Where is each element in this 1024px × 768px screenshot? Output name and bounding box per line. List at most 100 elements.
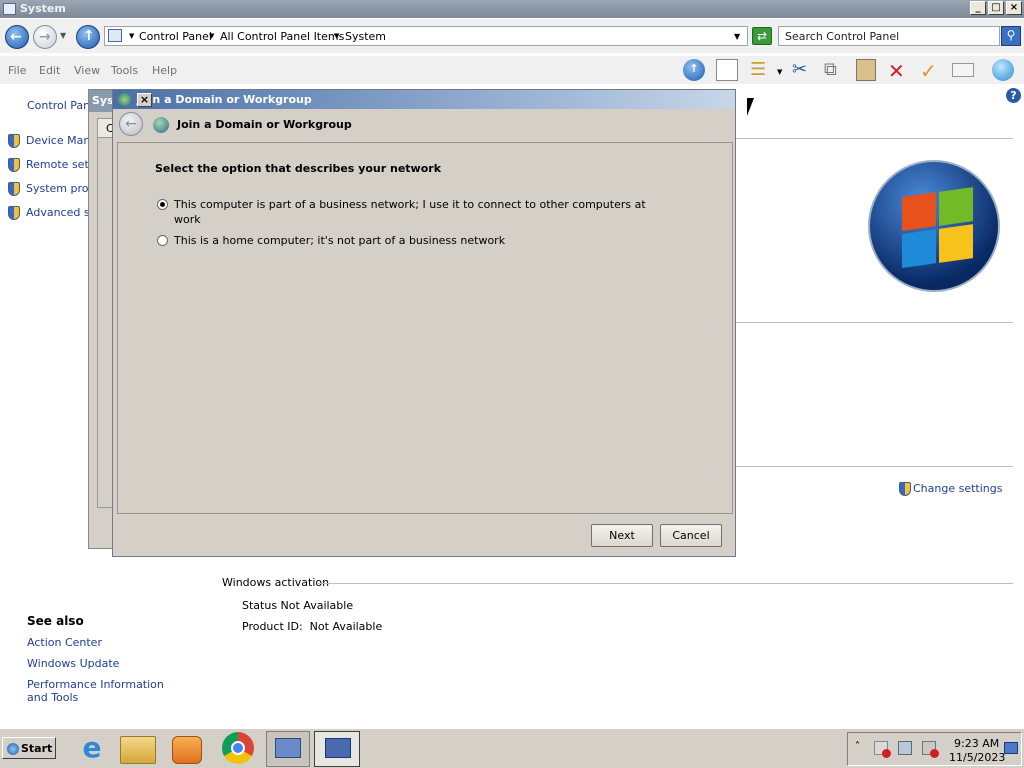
section-divider (736, 322, 1013, 323)
chrome-icon[interactable] (222, 732, 254, 764)
search-input[interactable]: Search Control Panel (778, 26, 1000, 46)
crumb-system[interactable]: System (345, 30, 386, 43)
media-player-icon[interactable] (172, 736, 202, 764)
action-center-link[interactable]: Action Center (27, 636, 102, 649)
crumb-separator-icon: ▼ (334, 32, 340, 40)
address-bar[interactable]: ▼ Control Panel ▼ All Control Panel Item… (104, 26, 748, 46)
dialog-close-button[interactable]: × (137, 93, 152, 107)
dialog-title-bar: Join a Domain or Workgroup × (113, 90, 735, 109)
business-network-label[interactable]: This computer is part of a business netw… (174, 198, 646, 211)
help-icon[interactable]: ? (1006, 88, 1021, 103)
internet-explorer-icon[interactable]: e (72, 732, 112, 766)
show-hidden-icons-button[interactable]: ˄ (855, 741, 860, 752)
menu-view[interactable]: View (74, 64, 100, 77)
dialog-prompt: Select the option that describes your ne… (155, 162, 442, 175)
window-title-bar: System _ □ × (0, 0, 1024, 18)
start-orb-icon (7, 743, 19, 755)
see-also-heading: See also (27, 614, 84, 628)
folder-options-icon[interactable]: ☰ (750, 59, 774, 81)
sidebar-item-system-protection[interactable]: System prote (8, 182, 100, 196)
shield-icon (8, 134, 20, 148)
menu-help[interactable]: Help (152, 64, 177, 77)
action-center-flag-icon[interactable] (874, 741, 891, 758)
network-globe-icon (153, 117, 169, 133)
crumb-control-panel[interactable]: Control Panel (139, 30, 212, 43)
volume-muted-icon[interactable] (922, 741, 939, 758)
section-divider (736, 466, 1013, 467)
system-properties-taskbar-icon[interactable] (314, 731, 360, 767)
performance-info-link[interactable]: Performance Information and Tools (27, 678, 177, 704)
forward-arrow-icon: → (39, 29, 51, 45)
properties-icon[interactable]: ✓ (920, 59, 944, 83)
close-button[interactable]: × (1006, 1, 1022, 15)
dialog-header: Join a Domain or Workgroup (177, 118, 352, 131)
menu-file[interactable]: File (8, 64, 26, 77)
back-button[interactable]: ← (5, 25, 29, 49)
file-explorer-icon[interactable] (120, 736, 156, 764)
dialog-content: Select the option that describes your ne… (117, 142, 733, 514)
business-network-radio[interactable] (157, 199, 168, 210)
menu-tools[interactable]: Tools (111, 64, 138, 77)
history-dropdown-icon[interactable]: ▼ (60, 31, 66, 40)
paste-icon[interactable] (856, 59, 876, 81)
up-folder-icon[interactable]: ↑ (683, 59, 705, 81)
start-button[interactable]: Start (2, 737, 56, 759)
navigation-bar: ← → ▼ ↑ ▼ Control Panel ▼ All Control Pa… (0, 19, 1024, 53)
control-panel-taskbar-icon[interactable] (266, 731, 310, 767)
windows-update-link[interactable]: Windows Update (27, 657, 119, 670)
business-network-label-cont[interactable]: work (174, 213, 201, 226)
up-arrow-icon: ↑ (83, 28, 95, 44)
cancel-button[interactable]: Cancel (660, 524, 722, 547)
menu-bar: File Edit View Tools Help ↑ ☰ ▼ ✂ ⧉ ✕ ✓ (0, 56, 1024, 84)
windows-flag-icon (902, 187, 974, 269)
home-computer-radio[interactable] (157, 235, 168, 246)
refresh-button[interactable]: ⇄ (752, 27, 772, 45)
sidebar-item-remote-settings[interactable]: Remote setti (8, 158, 96, 172)
up-button[interactable]: ↑ (76, 25, 100, 49)
taskbar: Start e ˄ 9:23 AM 11/5/2023 (0, 728, 1024, 768)
email-icon[interactable] (952, 63, 974, 77)
crumb-all-items[interactable]: All Control Panel Items (220, 30, 344, 43)
activation-heading: Windows activation (222, 576, 330, 589)
cut-icon[interactable]: ✂ (792, 59, 816, 81)
network-tray-icon[interactable] (898, 741, 912, 755)
shield-icon (8, 206, 20, 220)
show-desktop-icon[interactable] (1004, 742, 1018, 754)
system-tray: ˄ 9:23 AM 11/5/2023 (847, 732, 1022, 766)
activation-status: Status Not Available (242, 599, 354, 612)
clock-time[interactable]: 9:23 AM (954, 737, 999, 750)
search-button[interactable]: ⚲ (1001, 26, 1021, 46)
join-domain-dialog: Join a Domain or Workgroup × ← Join a Do… (112, 89, 736, 557)
next-button[interactable]: Next (591, 524, 653, 547)
mouse-cursor (747, 98, 754, 116)
crumb-separator-icon: ▼ (209, 32, 215, 40)
maximize-button[interactable]: □ (988, 1, 1004, 15)
crumb-separator-icon: ▼ (129, 32, 135, 40)
activation-divider (318, 583, 1013, 584)
product-id: Product ID: Not Available (242, 620, 383, 633)
panel-toggle-icon[interactable] (716, 59, 738, 81)
forward-button[interactable]: → (33, 25, 57, 49)
web-globe-icon[interactable] (992, 59, 1014, 81)
copy-icon[interactable]: ⧉ (824, 59, 848, 81)
minimize-button[interactable]: _ (970, 1, 986, 15)
change-settings-link[interactable]: Change settings (899, 482, 1002, 496)
clock-date[interactable]: 11/5/2023 (949, 751, 1005, 764)
folder-options-dropdown-icon[interactable]: ▼ (777, 68, 782, 76)
window-title: System (20, 2, 66, 15)
control-panel-home-link[interactable]: Control Pane (27, 99, 97, 112)
sidebar-item-advanced-settings[interactable]: Advanced sy (8, 206, 96, 220)
delete-icon[interactable]: ✕ (888, 59, 912, 83)
dialog-back-button[interactable]: ← (119, 112, 143, 136)
address-dropdown-icon[interactable]: ▼ (734, 32, 740, 41)
dialog-title: Join a Domain or Workgroup (137, 93, 312, 106)
section-divider (736, 138, 1013, 139)
home-computer-label[interactable]: This is a home computer; it's not part o… (174, 234, 505, 247)
windows-logo (868, 160, 1000, 292)
shield-icon (8, 182, 20, 196)
menu-edit[interactable]: Edit (39, 64, 60, 77)
network-icon (118, 93, 131, 106)
sidebar-item-device-manager[interactable]: Device Mana (8, 134, 97, 148)
control-panel-icon (108, 29, 122, 42)
system-icon (3, 3, 16, 15)
